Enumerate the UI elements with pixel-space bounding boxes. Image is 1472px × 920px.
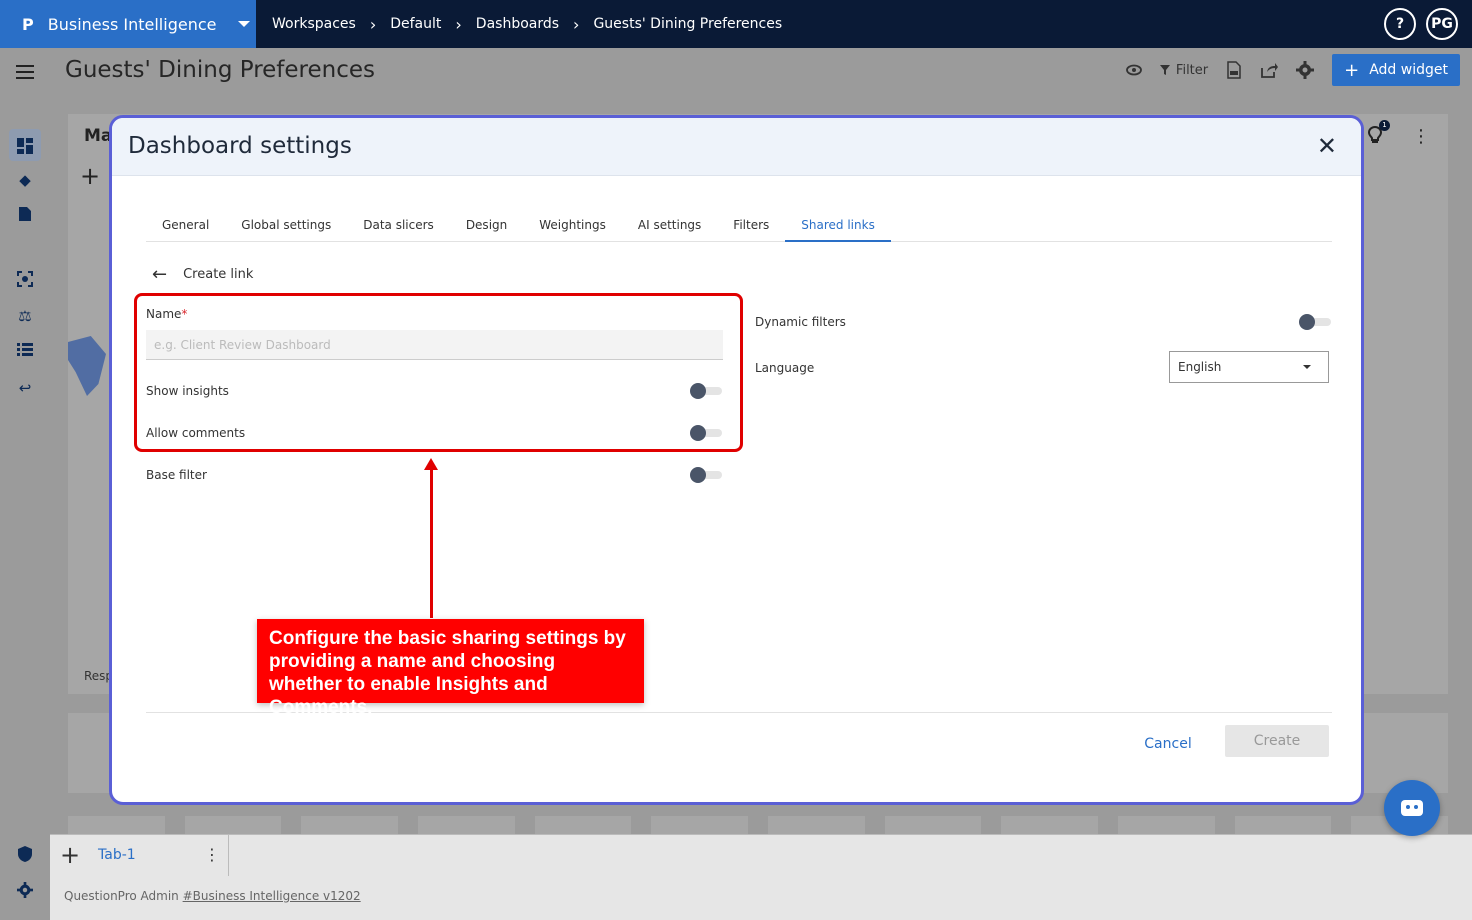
create-link-label: Create link — [183, 267, 254, 282]
tab-divider — [228, 835, 229, 877]
footer-version-link[interactable]: #Business Intelligence v1202 — [183, 889, 361, 903]
footer-prefix: QuestionPro Admin — [64, 889, 179, 903]
product-name: Business Intelligence — [47, 14, 217, 34]
balance-scale-icon[interactable]: ⚖ — [16, 307, 34, 325]
breadcrumb-workspaces[interactable]: Workspaces — [272, 16, 356, 32]
base-filter-toggle[interactable] — [690, 467, 722, 483]
settings-tabs: General Global settings Data slicers Des… — [146, 210, 1332, 242]
filter-funnel-icon — [1159, 65, 1170, 75]
tab-global-settings[interactable]: Global settings — [225, 210, 347, 242]
create-button[interactable]: Create — [1225, 725, 1329, 757]
add-widget-label: Add widget — [1369, 62, 1448, 78]
hamburger-menu-icon[interactable] — [16, 65, 34, 79]
placeholder-card — [1366, 613, 1448, 693]
dynamic-filters-label: Dynamic filters — [755, 315, 846, 329]
page-title: Guests' Dining Preferences — [65, 57, 375, 83]
insight-count-badge: 1 — [1379, 120, 1390, 131]
modal-header: Dashboard settings ✕ — [112, 118, 1361, 176]
modal-title: Dashboard settings — [128, 133, 352, 159]
tab-filters[interactable]: Filters — [717, 210, 785, 242]
tab-weightings[interactable]: Weightings — [523, 210, 622, 242]
shield-icon[interactable] — [16, 846, 34, 864]
language-value: English — [1178, 360, 1222, 374]
placeholder-card — [1366, 513, 1448, 593]
chevron-right-icon: › — [455, 14, 462, 34]
help-button[interactable]: ? — [1384, 8, 1416, 40]
add-widget-button[interactable]: + Add widget — [1332, 54, 1460, 86]
annotation-arrow-line — [430, 468, 433, 618]
language-select[interactable]: English — [1169, 351, 1329, 383]
cancel-button[interactable]: Cancel — [1128, 728, 1208, 760]
gear-icon[interactable] — [1296, 61, 1315, 79]
filter-button[interactable]: Filter — [1159, 62, 1209, 78]
create-link-header: ← Create link — [152, 264, 253, 285]
diamond-icon[interactable]: ◆ — [16, 171, 34, 189]
preview-eye-icon[interactable] — [1126, 64, 1142, 76]
back-arrow-icon[interactable]: ← — [152, 264, 167, 285]
tab-kebab-icon[interactable]: ⋮ — [204, 845, 220, 864]
dashboard-grid-icon[interactable] — [9, 129, 41, 161]
filter-label: Filter — [1175, 62, 1209, 78]
reply-arrow-icon[interactable]: ↩ — [16, 379, 34, 397]
list-icon[interactable] — [16, 343, 34, 361]
chevron-right-icon: › — [573, 14, 580, 34]
pdf-export-icon[interactable] — [1226, 61, 1242, 79]
report-icon[interactable] — [16, 207, 34, 225]
tab-1[interactable]: Tab-1 — [98, 847, 136, 863]
breadcrumb-default[interactable]: Default — [390, 16, 441, 32]
annotation-callout: Configure the basic sharing settings by … — [257, 619, 644, 718]
scan-icon[interactable] — [16, 271, 34, 289]
kebab-menu-icon[interactable]: ⋮ — [1412, 126, 1430, 149]
base-filter-label: Base filter — [146, 468, 207, 482]
plus-icon: + — [1344, 59, 1360, 81]
lightbulb-icon[interactable]: 1 — [1367, 120, 1390, 149]
avatar[interactable]: PG — [1426, 8, 1458, 40]
chevron-down-icon — [238, 21, 251, 27]
widget-add-icon[interactable]: + — [80, 162, 100, 190]
product-logo-icon: P — [22, 14, 34, 34]
placeholder-strip — [68, 816, 1449, 834]
tab-shared-links[interactable]: Shared links — [785, 210, 891, 242]
tab-data-slicers[interactable]: Data slicers — [347, 210, 450, 242]
breadcrumb: Workspaces › Default › Dashboards › Gues… — [272, 15, 782, 34]
tab-general[interactable]: General — [146, 210, 225, 242]
close-icon[interactable]: ✕ — [1317, 132, 1337, 160]
breadcrumb-current: Guests' Dining Preferences — [593, 16, 783, 32]
app-footer: QuestionPro Admin #Business Intelligence… — [50, 876, 1472, 920]
settings-gear-icon[interactable] — [16, 882, 34, 900]
tab-design[interactable]: Design — [450, 210, 523, 242]
chevron-down-icon — [1303, 365, 1311, 369]
annotation-highlight-box — [134, 293, 743, 452]
share-icon[interactable] — [1260, 62, 1279, 78]
tab-ai-settings[interactable]: AI settings — [622, 210, 717, 242]
product-switcher[interactable]: P Business Intelligence — [0, 0, 256, 48]
left-sidebar: ◆ ⚖ ↩ — [0, 94, 50, 920]
chevron-right-icon: › — [369, 14, 377, 34]
dynamic-filters-toggle[interactable] — [1299, 314, 1331, 330]
dashboard-header: Guests' Dining Preferences Filter + Add … — [0, 48, 1472, 94]
breadcrumb-dashboards[interactable]: Dashboards — [476, 16, 559, 32]
dashboard-settings-modal: Dashboard settings ✕ General Global sett… — [109, 115, 1364, 805]
chatbot-button[interactable] — [1384, 780, 1440, 836]
dashboard-tabbar: + Tab-1 ⋮ — [50, 834, 1472, 877]
add-tab-icon[interactable]: + — [60, 841, 80, 869]
language-label: Language — [755, 361, 815, 375]
robot-icon — [1401, 800, 1423, 816]
top-navigation-bar: P Business Intelligence Workspaces › Def… — [0, 0, 1472, 48]
